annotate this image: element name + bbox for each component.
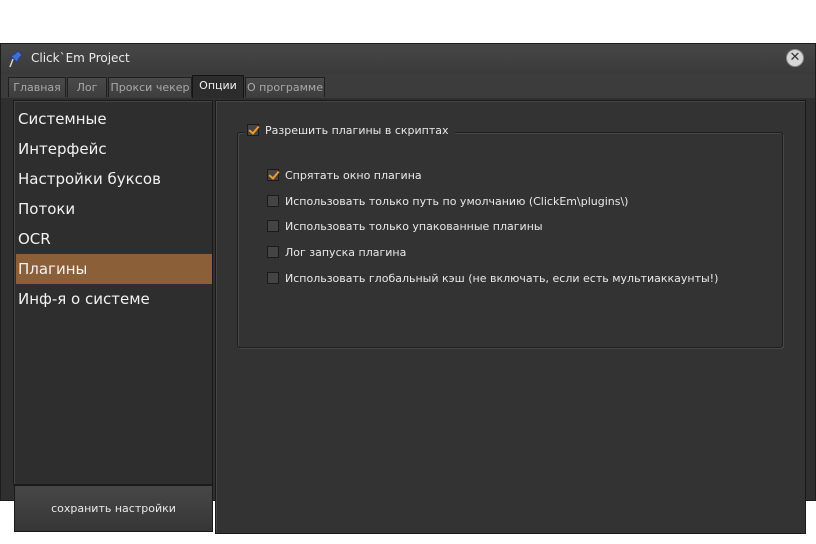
tab-about[interactable]: О программе xyxy=(245,77,325,97)
packed-plugins-only-label: Использовать только упакованные плагины xyxy=(285,219,543,233)
hide-plugin-window-label: Спрятать окно плагина xyxy=(285,168,422,182)
default-path-only-checkbox[interactable]: Использовать только путь по умолчанию (C… xyxy=(267,192,628,210)
checkmark-icon[interactable] xyxy=(267,169,279,181)
plugins-panel: Разрешить плагины в скриптах Спрятать ок… xyxy=(215,100,806,534)
checkmark-icon[interactable] xyxy=(247,124,259,136)
global-cache-checkbox[interactable]: Использовать глобальный кэш (не включать… xyxy=(267,269,718,287)
allow-plugins-label: Разрешить плагины в скриптах xyxy=(265,123,449,137)
pin-icon xyxy=(9,50,23,68)
sidebar-item-bux-settings[interactable]: Настройки буксов xyxy=(16,164,212,194)
save-settings-button[interactable]: сохранить настройки xyxy=(14,485,213,532)
checkbox-box[interactable] xyxy=(267,220,279,232)
allow-plugins-checkbox[interactable]: Разрешить плагины в скриптах xyxy=(245,121,455,139)
tab-bar: Главная Лог Прокси чекер Опции О програм… xyxy=(1,74,815,98)
sidebar-item-plugins[interactable]: Плагины xyxy=(16,254,212,284)
tab-proxy-checker[interactable]: Прокси чекер xyxy=(108,77,192,97)
close-icon[interactable]: ✕ xyxy=(786,49,804,67)
sidebar-item-system-info[interactable]: Инф-я о системе xyxy=(16,284,212,314)
sidebar-item-threads[interactable]: Потоки xyxy=(16,194,212,224)
tab-options[interactable]: Опции xyxy=(192,75,244,98)
global-cache-label: Использовать глобальный кэш (не включать… xyxy=(285,271,719,285)
plugin-launch-log-checkbox[interactable]: Лог запуска плагина xyxy=(267,243,406,261)
checkbox-box[interactable] xyxy=(267,272,279,284)
title-bar: Click`Em Project ✕ xyxy=(1,44,815,74)
hide-plugin-window-checkbox[interactable]: Спрятать окно плагина xyxy=(267,166,422,184)
settings-sidebar: Системные Интерфейс Настройки буксов Пот… xyxy=(13,100,213,485)
sidebar-item-ocr[interactable]: OCR xyxy=(16,224,212,254)
default-path-only-label: Использовать только путь по умолчанию (C… xyxy=(285,194,629,208)
sidebar-item-system[interactable]: Системные xyxy=(16,104,212,134)
packed-plugins-only-checkbox[interactable]: Использовать только упакованные плагины xyxy=(267,217,543,235)
tab-main[interactable]: Главная xyxy=(8,77,66,97)
tab-log[interactable]: Лог xyxy=(67,77,107,97)
checkbox-box[interactable] xyxy=(267,195,279,207)
app-window: Click`Em Project ✕ Главная Лог Прокси че… xyxy=(0,43,816,534)
checkbox-box[interactable] xyxy=(267,246,279,258)
plugins-groupbox xyxy=(237,132,783,348)
plugin-launch-log-label: Лог запуска плагина xyxy=(285,245,407,259)
window-title: Click`Em Project xyxy=(31,51,130,65)
sidebar-item-interface[interactable]: Интерфейс xyxy=(16,134,212,164)
